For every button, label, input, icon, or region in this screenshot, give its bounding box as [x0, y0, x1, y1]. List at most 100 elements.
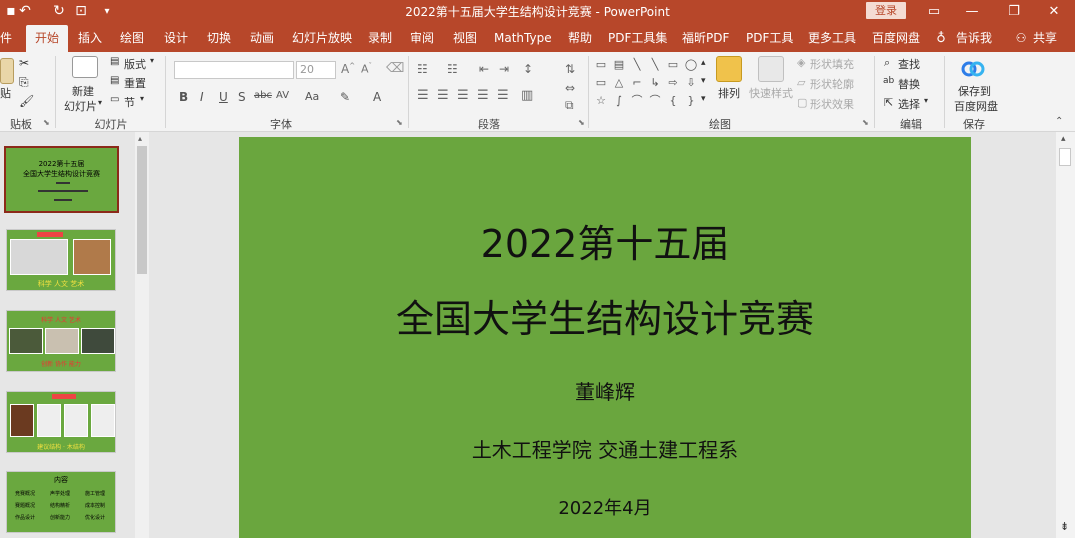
layout-button[interactable]: 版式 — [124, 56, 146, 72]
layout-icon[interactable]: ▤ — [110, 56, 119, 67]
arrow-shape-icon[interactable]: ⇨ — [666, 76, 680, 90]
slide-title-line2[interactable]: 全国大学生结构设计竞赛 — [239, 288, 971, 343]
slide-thumbnail-1[interactable]: 2022第十五届 全国大学生结构设计竞赛 — [4, 146, 119, 213]
section-button[interactable]: 节 — [124, 94, 135, 110]
chevron-down-icon[interactable]: ▾ — [140, 94, 144, 103]
highlight-icon[interactable]: ✎ — [340, 90, 350, 104]
tab-more-tools[interactable]: 更多工具 — [808, 25, 856, 52]
reset-icon[interactable]: ▤ — [110, 75, 119, 86]
tab-insert[interactable]: 插入 — [76, 25, 104, 52]
paste-icon[interactable] — [0, 58, 14, 84]
tab-file[interactable]: 件 — [0, 25, 14, 52]
share-button[interactable]: 共享 — [1032, 25, 1058, 52]
search-icon[interactable]: ⌕ — [884, 56, 890, 70]
curve-shape-icon[interactable]: ∫ — [612, 94, 626, 108]
scrollbar-thumb[interactable] — [137, 146, 147, 274]
copy-icon[interactable]: ⎘ — [19, 75, 29, 90]
dialog-launcher-icon[interactable]: ⬊ — [43, 118, 50, 127]
reset-button[interactable]: 重置 — [124, 75, 146, 91]
tab-pdf-toolset[interactable]: PDF工具集 — [608, 25, 667, 52]
minimize-icon[interactable]: — — [952, 0, 992, 22]
align-text-icon[interactable]: ⇔ — [565, 81, 575, 95]
main-scrollbar[interactable]: ▴ ⇟ — [1056, 132, 1075, 538]
oval-shape-icon[interactable]: ◯ — [684, 58, 698, 72]
columns-icon[interactable]: ▥ — [521, 88, 533, 103]
bold-icon[interactable]: B — [179, 90, 188, 104]
rectangle-shape-icon[interactable]: ▭ — [666, 58, 680, 72]
line-spacing-icon[interactable]: ↕ — [523, 62, 533, 76]
tab-home[interactable]: 开始 — [26, 25, 68, 52]
star-shape-icon[interactable]: ☆ — [594, 94, 608, 108]
numbering-icon[interactable]: ☷ — [447, 62, 458, 76]
change-case-icon[interactable]: Aa — [305, 90, 319, 103]
maximize-icon[interactable]: ❐ — [994, 0, 1034, 22]
font-size-combo[interactable]: 20 — [296, 61, 336, 79]
chevron-down-icon[interactable]: ▾ — [150, 56, 154, 65]
dialog-launcher-icon[interactable]: ⬊ — [396, 118, 403, 127]
quick-styles-button[interactable]: 快速样式 — [749, 85, 793, 101]
select-cursor-icon[interactable]: ⇱ — [884, 96, 893, 109]
slide-title-line1[interactable]: 2022第十五届 — [239, 213, 971, 268]
collapse-ribbon-icon[interactable]: ⌃ — [1055, 116, 1063, 127]
arrow-shape-icon[interactable]: ⇩ — [684, 76, 698, 90]
slide-canvas[interactable]: 2022第十五届 全国大学生结构设计竞赛 董峰辉 土木工程学院 交通土建工程系 … — [239, 137, 971, 538]
smartart-icon[interactable]: ⧉ — [565, 98, 574, 113]
slide-thumbnail-2[interactable]: 科学 人文 艺术 — [6, 229, 116, 291]
brace-shape-icon[interactable]: { — [666, 94, 680, 108]
slide-thumbnail-3[interactable]: 科学 人文 艺术 创新 协作 能力 — [6, 310, 116, 372]
tab-mathtype[interactable]: MathType — [494, 25, 552, 52]
section-icon[interactable]: ▭ — [110, 94, 119, 105]
slide-thumbnail-4[interactable]: 建议结构 · 木结构 — [6, 391, 116, 453]
increase-indent-icon[interactable]: ⇥ — [499, 62, 509, 76]
decrease-indent-icon[interactable]: ⇤ — [479, 62, 489, 76]
replace-button[interactable]: 替换 — [898, 76, 920, 92]
select-button[interactable]: 选择 — [898, 96, 920, 112]
shadow-icon[interactable]: S — [238, 90, 246, 104]
fill-icon[interactable]: ◈ — [797, 56, 805, 69]
find-button[interactable]: 查找 — [898, 56, 920, 72]
tab-draw[interactable]: 绘图 — [118, 25, 146, 52]
arc-shape-icon[interactable]: ⌒ — [630, 94, 644, 108]
shape-effects-button[interactable]: 形状效果 — [810, 96, 854, 112]
tab-help[interactable]: 帮助 — [566, 25, 594, 52]
slide-date[interactable]: 2022年4月 — [239, 494, 971, 520]
justify-icon[interactable]: ☰ — [477, 88, 489, 103]
login-button[interactable]: 登录 — [866, 2, 906, 19]
new-slide-icon[interactable] — [72, 56, 98, 78]
quick-styles-icon[interactable] — [758, 56, 784, 82]
dialog-launcher-icon[interactable]: ⬊ — [578, 118, 585, 127]
close-icon[interactable]: ✕ — [1034, 0, 1074, 22]
tab-design[interactable]: 设计 — [162, 25, 190, 52]
slide-department[interactable]: 土木工程学院 交通土建工程系 — [239, 434, 971, 463]
scroll-up-icon[interactable]: ▴ — [138, 134, 142, 143]
underline-icon[interactable]: U — [219, 90, 228, 104]
scrollbar-thumb[interactable] — [1059, 148, 1071, 166]
char-spacing-icon[interactable]: AV — [276, 90, 289, 101]
connector-shape-icon[interactable]: ⌐ — [630, 76, 644, 90]
arrange-icon[interactable] — [716, 56, 742, 82]
format-painter-icon[interactable]: 🖌 — [19, 94, 34, 108]
tab-record[interactable]: 录制 — [366, 25, 394, 52]
arc-shape-icon[interactable]: ⌒ — [648, 94, 662, 108]
tab-baidu-netdisk[interactable]: 百度网盘 — [872, 25, 920, 52]
tab-pdf-tools[interactable]: PDF工具 — [746, 25, 793, 52]
tab-slideshow[interactable]: 幻灯片放映 — [292, 25, 352, 52]
connector-shape-icon[interactable]: ↳ — [648, 76, 662, 90]
chevron-down-icon[interactable]: ▾ — [924, 96, 928, 105]
cut-icon[interactable]: ✂ — [19, 56, 29, 70]
new-slide-button-line2[interactable]: 幻灯片 — [64, 98, 97, 114]
font-color-icon[interactable]: A — [373, 90, 381, 104]
line-shape-icon[interactable]: ╲ — [648, 58, 662, 72]
rectangle-shape-icon[interactable]: ▭ — [594, 76, 608, 90]
distribute-icon[interactable]: ☰ — [497, 88, 509, 103]
bullets-icon[interactable]: ☷ — [417, 62, 428, 76]
font-name-combo[interactable] — [174, 61, 294, 79]
paste-button[interactable]: 贴 — [0, 85, 11, 101]
tab-view[interactable]: 视图 — [451, 25, 479, 52]
align-center-icon[interactable]: ☰ — [437, 88, 449, 103]
scroll-page-down-icon[interactable]: ⇟ — [1060, 520, 1069, 533]
lightbulb-icon[interactable]: ♁ — [934, 25, 948, 52]
slide-thumbnail-5[interactable]: 内容 竞赛概况 赛题概况 作品设计 声学处理 结构精析 创新能力 施工管理 成本… — [6, 471, 116, 533]
textbox-shape-icon[interactable]: ▤ — [612, 58, 626, 72]
shape-outline-button[interactable]: 形状轮廓 — [810, 76, 854, 92]
